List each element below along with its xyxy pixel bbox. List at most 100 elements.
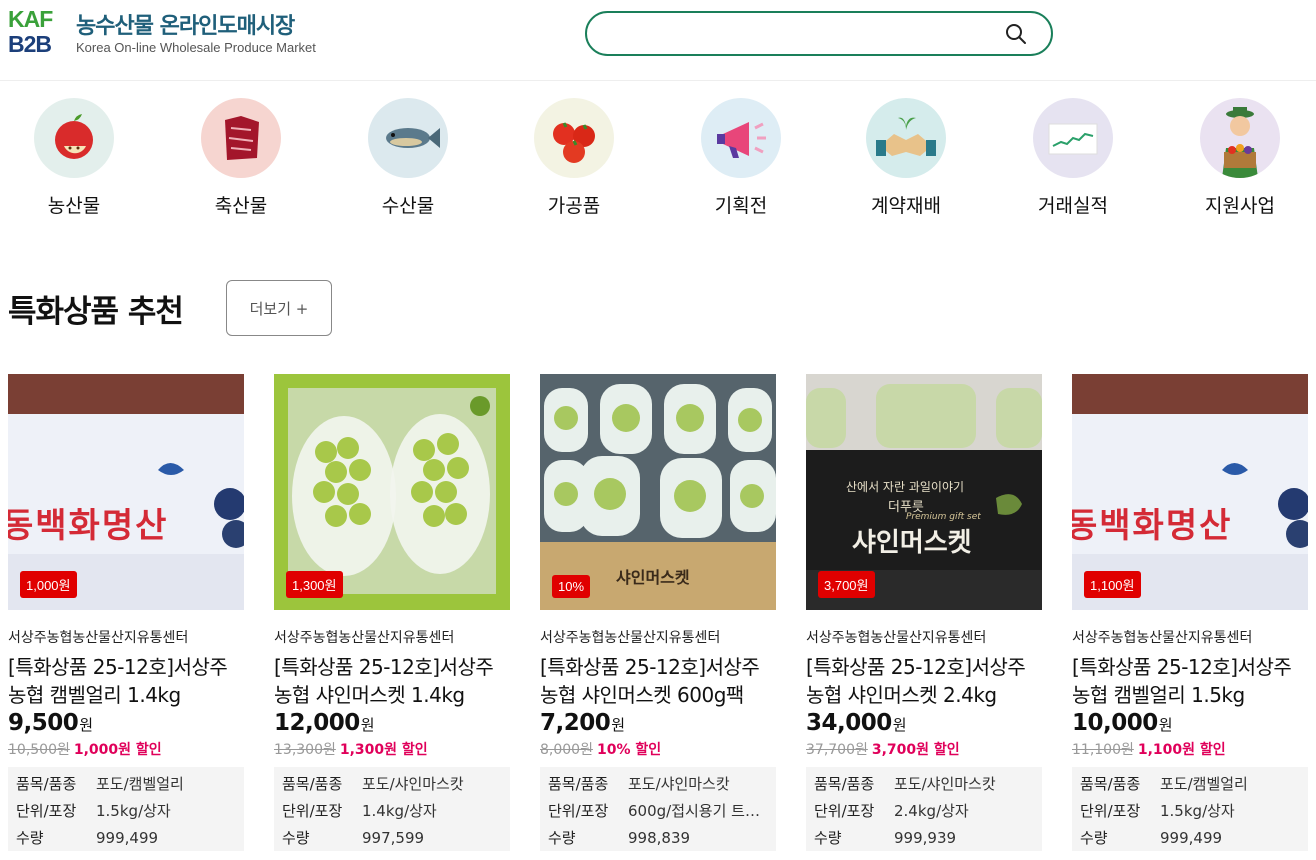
original-price: 8,000원 — [540, 742, 593, 758]
discount-badge: 3,700원 — [818, 571, 875, 598]
product-image[interactable]: 동백화명산 1,000원 — [8, 374, 244, 610]
product-card[interactable]: 샤인머스켓 10% 서상주농협농산물산지유통센터 [특화상품 25-12호]서상… — [540, 374, 776, 851]
spec-label: 수량 — [282, 829, 310, 847]
spec-label: 단위/포장 — [1080, 802, 1141, 820]
kaf-b2b-logo[interactable]: KAF B2B — [8, 8, 68, 60]
product-image[interactable]: 동백화명산 1,100원 — [1072, 374, 1308, 610]
category-label: 가공품 — [547, 195, 601, 217]
spec-label: 품목/품종 — [16, 775, 77, 793]
original-price: 11,100원 — [1072, 742, 1134, 758]
discount-amount: 3,700원 할인 — [871, 742, 960, 758]
spec-value: 600g/접시용기 트… — [628, 802, 760, 820]
discount-badge: 1,100원 — [1084, 571, 1141, 598]
category-special-exhibition[interactable]: 기획전 — [681, 98, 801, 218]
spec-table: 품목/품종 포도/샤인마스캇 단위/포장 2.4kg/상자 수량 999,939 — [806, 767, 1042, 851]
price-unit: 원 — [79, 716, 93, 734]
discount-info: 37,700원 3,700원 할인 — [806, 739, 1042, 759]
category-support-programs[interactable]: 지원사업 — [1180, 98, 1300, 218]
category-label: 지원사업 — [1205, 195, 1275, 217]
box-print-text: 샤인머스켓 — [616, 568, 690, 587]
category-livestock[interactable]: 축산물 — [181, 98, 301, 218]
original-price: 10,500원 — [8, 742, 70, 758]
discount-amount: 1,100원 할인 — [1137, 742, 1226, 758]
category-fisheries[interactable]: 수산물 — [348, 98, 468, 218]
handshake-icon — [866, 98, 946, 178]
original-price: 13,300원 — [274, 742, 336, 758]
seller-name: 서상주농협농산물산지유통센터 — [540, 630, 721, 646]
spec-label: 단위/포장 — [814, 802, 875, 820]
spec-table: 품목/품종 포도/캠벨얼리 단위/포장 1.5kg/상자 수량 999,499 — [1072, 767, 1308, 851]
spec-value: 1.5kg/상자 — [96, 802, 171, 820]
spec-row-item: 품목/품종 포도/캠벨얼리 — [1080, 773, 1300, 800]
product-card[interactable]: 1,300원 서상주농협농산물산지유통센터 [특화상품 25-12호]서상주농협… — [274, 374, 510, 851]
spec-label: 품목/품종 — [282, 775, 343, 793]
search-box — [585, 11, 1053, 56]
product-price: 9,500원 — [8, 710, 244, 736]
product-name[interactable]: [특화상품 25-12호]서상주농협 캠벨얼리 1.4kg — [8, 653, 244, 709]
category-processed[interactable]: 가공품 — [514, 98, 634, 218]
farmer-icon — [1200, 98, 1280, 178]
spec-value: 포도/샤인마스캇 — [362, 775, 464, 793]
product-image[interactable]: 샤인머스켓 10% — [540, 374, 776, 610]
logo-line-1: KAF — [8, 6, 53, 32]
product-price: 7,200원 — [540, 710, 776, 736]
price-unit: 원 — [611, 716, 625, 734]
discount-badge: 1,300원 — [286, 571, 343, 598]
spec-table: 품목/품종 포도/샤인마스캇 단위/포장 1.4kg/상자 수량 997,599 — [274, 767, 510, 851]
price-unit: 원 — [1158, 716, 1173, 734]
discount-info: 8,000원 10% 할인 — [540, 739, 776, 759]
product-name[interactable]: [특화상품 25-12호]서상주농협 캠벨얼리 1.5kg — [1072, 653, 1308, 709]
box-gift-text: Premium gift set — [906, 512, 981, 522]
header: KAF B2B 농수산물 온라인도매시장 Korea On-line Whole… — [0, 0, 1316, 81]
fish-icon — [368, 98, 448, 178]
product-card[interactable]: 동백화명산 1,100원 서상주농협농산물산지유통센터 [특화상품 25-12호… — [1072, 374, 1308, 851]
discount-info: 10,500원 1,000원 할인 — [8, 739, 244, 759]
spec-row-item: 품목/품종 포도/샤인마스캇 — [814, 773, 1034, 800]
site-subtitle: Korea On-line Wholesale Produce Market — [76, 40, 316, 55]
discount-info: 11,100원 1,100원 할인 — [1072, 739, 1308, 759]
product-price: 12,000원 — [274, 710, 510, 736]
spec-row-qty: 수량 998,839 — [548, 827, 768, 854]
product-name[interactable]: [특화상품 25-12호]서상주농협 샤인머스켓 600g팩 — [540, 653, 776, 709]
box-print-text: 동백화명산 — [1072, 506, 1233, 546]
product-image[interactable]: 산에서 자란 과일이야기 더푸릇 Premium gift set 샤인머스켓 … — [806, 374, 1042, 610]
spec-value: 999,499 — [96, 829, 159, 847]
megaphone-icon — [701, 98, 781, 178]
more-button[interactable]: 더보기 + — [226, 280, 332, 336]
product-card[interactable]: 산에서 자란 과일이야기 더푸릇 Premium gift set 샤인머스켓 … — [806, 374, 1042, 851]
spec-row-unit: 단위/포장 600g/접시용기 트… — [548, 800, 768, 827]
original-price: 37,700원 — [806, 742, 868, 758]
product-name[interactable]: [특화상품 25-12호]서상주농협 샤인머스켓 2.4kg — [806, 653, 1042, 709]
seller-name: 서상주농협농산물산지유통센터 — [274, 630, 455, 646]
apple-icon — [34, 98, 114, 178]
spec-value: 999,939 — [894, 829, 957, 847]
spec-row-unit: 단위/포장 1.4kg/상자 — [282, 800, 502, 827]
spec-label: 품목/품종 — [814, 775, 875, 793]
search-icon[interactable] — [1005, 23, 1027, 45]
category-transaction-records[interactable]: 거래실적 — [1013, 98, 1133, 218]
tomato-icon — [534, 98, 614, 178]
search-input[interactable] — [607, 21, 1001, 49]
product-card[interactable]: 동백화명산 1,000원 서상주농협농산물산지유통센터 [특화상품 25-12호… — [8, 374, 244, 851]
category-contract-farming[interactable]: 계약재배 — [846, 98, 966, 218]
product-price: 10,000원 — [1072, 710, 1308, 736]
spec-value: 999,499 — [1160, 829, 1223, 847]
spec-value: 포도/캠벨얼리 — [1160, 775, 1248, 793]
product-name[interactable]: [특화상품 25-12호]서상주농협 샤인머스켓 1.4kg — [274, 653, 510, 709]
seller-name: 서상주농협농산물산지유통센터 — [1072, 630, 1253, 646]
spec-label: 단위/포장 — [282, 802, 343, 820]
spec-table: 품목/품종 포도/샤인마스캇 단위/포장 600g/접시용기 트… 수량 998,83… — [540, 767, 776, 851]
category-agriculture[interactable]: 농산물 — [14, 98, 134, 218]
spec-row-qty: 수량 999,499 — [1080, 827, 1300, 854]
site-title[interactable]: 농수산물 온라인도매시장 — [76, 8, 295, 40]
seller-name: 서상주농협농산물산지유통센터 — [806, 630, 987, 646]
spec-label: 수량 — [1080, 829, 1108, 847]
box-print-text: 동백화명산 — [8, 506, 169, 546]
spec-row-item: 품목/품종 포도/샤인마스캇 — [548, 773, 768, 800]
box-print-text: 샤인머스켓 — [852, 528, 972, 558]
spec-value: 998,839 — [628, 829, 691, 847]
product-image[interactable]: 1,300원 — [274, 374, 510, 610]
spec-value: 997,599 — [362, 829, 425, 847]
spec-label: 품목/품종 — [548, 775, 609, 793]
spec-row-unit: 단위/포장 1.5kg/상자 — [1080, 800, 1300, 827]
